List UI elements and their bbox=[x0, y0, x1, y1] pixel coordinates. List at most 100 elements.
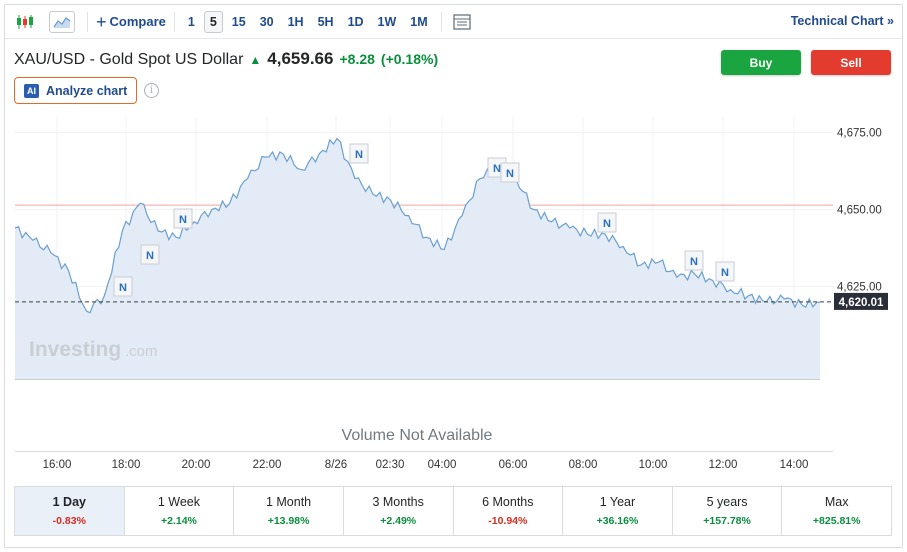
interval-selector: 1 5 15 30 1H 5H 1D 1W 1M bbox=[183, 10, 433, 33]
news-marker-letter: N bbox=[603, 218, 611, 230]
table-view-icon[interactable] bbox=[450, 10, 474, 34]
period-change: +2.49% bbox=[380, 515, 417, 527]
chart-toolbar: + Compare 1 5 15 30 1H 5H 1D 1W 1M Technical Cha… bbox=[5, 5, 902, 39]
sell-button[interactable]: Sell bbox=[811, 50, 891, 75]
period-performance-bar: 1 Day -0.83% 1 Week +2.14% 1 Month +13.98% 3 M… bbox=[14, 486, 892, 536]
x-axis: 16:00 18:00 20:00 22:00 8/26 02:30 04:00 06:00 0… bbox=[43, 459, 809, 471]
compare-label: Compare bbox=[109, 14, 166, 29]
x-tick-label: 18:00 bbox=[112, 459, 141, 471]
compare-button[interactable]: + Compare bbox=[96, 11, 166, 32]
interval-1[interactable]: 1 bbox=[183, 12, 200, 32]
instrument-title: XAU/USD - Gold Spot US Dollar bbox=[14, 51, 244, 68]
news-marker[interactable]: N bbox=[113, 276, 133, 297]
x-tick-label: 10:00 bbox=[639, 459, 668, 471]
period-1-month[interactable]: 1 Month +13.98% bbox=[234, 487, 344, 535]
current-price-badge: 4,620.01 bbox=[834, 292, 888, 310]
period-1-year[interactable]: 1 Year +36.16% bbox=[563, 487, 673, 535]
interval-1w[interactable]: 1W bbox=[373, 12, 402, 32]
news-marker-letter: N bbox=[179, 214, 187, 226]
period-5-years[interactable]: 5 years +157.78% bbox=[673, 487, 783, 535]
candlestick-chart-icon[interactable] bbox=[13, 10, 37, 34]
news-marker[interactable]: N bbox=[173, 208, 193, 229]
watermark-domain: .com bbox=[125, 343, 158, 360]
x-tick-label: 20:00 bbox=[182, 459, 211, 471]
news-marker-letter: N bbox=[355, 149, 363, 161]
toolbar-divider bbox=[440, 11, 442, 32]
period-label: Max bbox=[824, 495, 849, 509]
period-1-day[interactable]: 1 Day -0.83% bbox=[15, 487, 125, 535]
period-1-week[interactable]: 1 Week +2.14% bbox=[125, 487, 235, 535]
news-marker-letter: N bbox=[721, 267, 729, 279]
price-change-percent: (+0.18%) bbox=[380, 51, 439, 67]
interval-1m[interactable]: 1M bbox=[405, 12, 432, 32]
price-panel-bottom-border bbox=[15, 379, 820, 380]
chart-widget: + Compare 1 5 15 30 1H 5H 1D 1W 1M Technical Cha… bbox=[4, 4, 903, 548]
x-tick-label: 8/26 bbox=[325, 459, 347, 471]
y-tick-label: 4,625.00 bbox=[837, 282, 882, 294]
period-change: +157.78% bbox=[703, 515, 751, 527]
news-marker[interactable]: N bbox=[684, 250, 704, 271]
y-tick-label: 4,675.00 bbox=[837, 127, 882, 139]
interval-5[interactable]: 5 bbox=[203, 10, 223, 33]
period-label: 1 Month bbox=[265, 495, 312, 509]
x-tick-label: 02:30 bbox=[376, 459, 405, 471]
interval-1h[interactable]: 1H bbox=[283, 12, 309, 32]
news-marker[interactable]: N bbox=[715, 261, 735, 282]
interval-30[interactable]: 30 bbox=[255, 12, 279, 32]
period-3-months[interactable]: 3 Months +2.49% bbox=[344, 487, 454, 535]
watermark-brand: Investing bbox=[29, 338, 121, 361]
info-icon[interactable]: i bbox=[144, 83, 159, 98]
analyze-chart-button[interactable]: AI Analyze chart bbox=[14, 77, 137, 104]
news-marker[interactable]: N bbox=[597, 212, 617, 233]
arrow-up-icon: ▲ bbox=[249, 53, 262, 67]
news-marker[interactable]: N bbox=[140, 244, 160, 265]
period-change: +825.81% bbox=[812, 515, 861, 527]
x-tick-label: 12:00 bbox=[709, 459, 738, 471]
price-change: +8.28 bbox=[339, 51, 375, 67]
x-tick-label: 08:00 bbox=[569, 459, 598, 471]
period-change: +13.98% bbox=[267, 515, 310, 527]
news-marker-letter: N bbox=[506, 168, 514, 180]
price-chart[interactable]: Investing .com NNNNN NNNN 4,675.004,650.0… bbox=[5, 117, 902, 472]
period-label: 1 Week bbox=[157, 495, 201, 509]
buy-button[interactable]: Buy bbox=[721, 50, 801, 75]
x-tick-label: 22:00 bbox=[253, 459, 282, 471]
interval-15[interactable]: 15 bbox=[227, 12, 251, 32]
x-tick-label: 16:00 bbox=[43, 459, 72, 471]
x-tick-label: 06:00 bbox=[499, 459, 528, 471]
analyze-chart-label: Analyze chart bbox=[46, 83, 128, 98]
instrument-header: XAU/USD - Gold Spot US Dollar ▲ 4,659.66… bbox=[14, 49, 438, 69]
news-marker-letter: N bbox=[146, 250, 154, 262]
current-price-label: 4,620.01 bbox=[839, 297, 884, 309]
x-tick-label: 14:00 bbox=[780, 459, 809, 471]
news-marker-letter: N bbox=[493, 163, 501, 175]
news-marker[interactable]: N bbox=[349, 143, 369, 164]
toolbar-divider bbox=[173, 11, 175, 32]
interval-1d[interactable]: 1D bbox=[343, 12, 369, 32]
technical-chart-link[interactable]: Technical Chart » bbox=[791, 14, 894, 28]
area-chart-icon[interactable] bbox=[49, 10, 75, 33]
period-label: 1 Year bbox=[599, 495, 636, 509]
x-tick-label: 04:00 bbox=[428, 459, 457, 471]
period-change: +2.14% bbox=[160, 515, 197, 527]
y-tick-label: 4,650.00 bbox=[837, 204, 882, 216]
last-price: 4,659.66 bbox=[267, 49, 334, 68]
news-marker[interactable]: N bbox=[500, 162, 520, 183]
period-change: +36.16% bbox=[596, 515, 639, 527]
period-label: 6 Months bbox=[482, 495, 534, 509]
interval-5h[interactable]: 5H bbox=[313, 12, 339, 32]
news-marker-letter: N bbox=[690, 256, 698, 268]
period-label: 3 Months bbox=[372, 495, 424, 509]
period-label: 1 Day bbox=[52, 495, 86, 509]
period-max[interactable]: Max +825.81% bbox=[782, 487, 891, 535]
plus-icon: + bbox=[96, 11, 107, 32]
toolbar-divider bbox=[87, 11, 88, 32]
volume-not-available: Volume Not Available bbox=[342, 427, 493, 444]
period-change: -10.94% bbox=[488, 515, 528, 527]
ai-icon: AI bbox=[24, 83, 39, 98]
x-axis-border bbox=[15, 451, 833, 452]
news-marker-letter: N bbox=[119, 282, 127, 294]
period-change: -0.83% bbox=[52, 515, 86, 527]
y-axis: 4,675.00 4,650.00 4,625.00 bbox=[837, 127, 882, 293]
period-6-months[interactable]: 6 Months -10.94% bbox=[454, 487, 564, 535]
